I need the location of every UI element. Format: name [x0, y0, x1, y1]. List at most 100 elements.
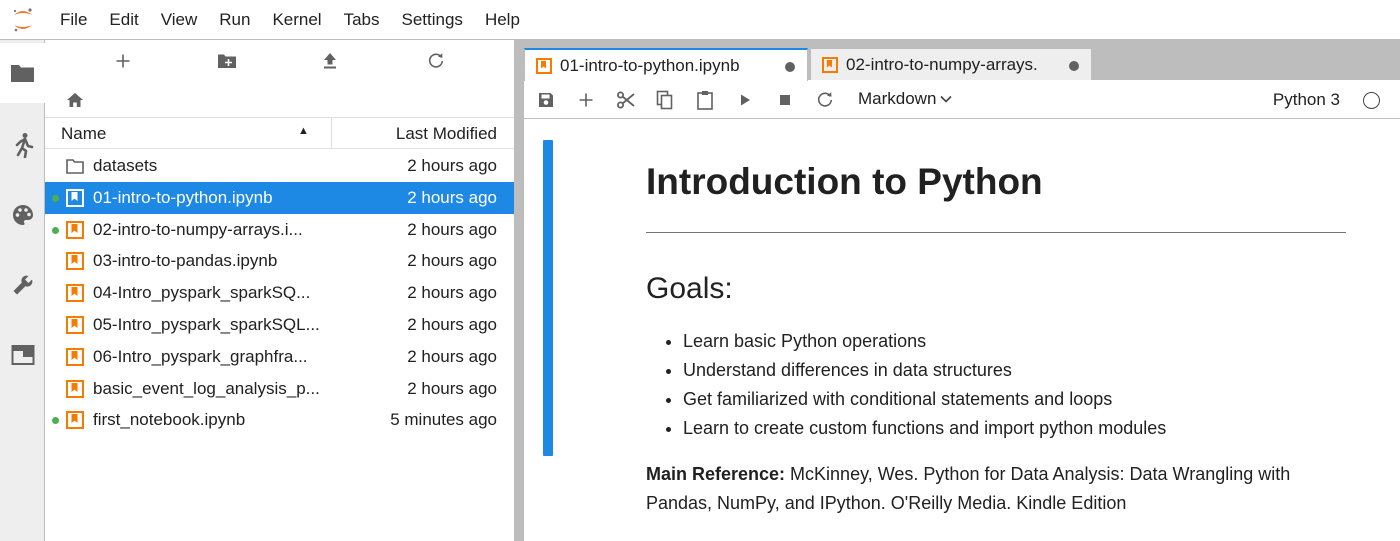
tab-02-intro-to-numpy-arrays[interactable]: 02-intro-to-numpy-arrays. [810, 48, 1092, 80]
palette-icon [12, 205, 33, 225]
add-icon [579, 93, 593, 107]
folder-icon [66, 159, 84, 174]
cell-type-dropdown[interactable]: Markdown [858, 89, 952, 109]
copy-icon [656, 90, 673, 110]
document-tab-bar: 01-intro-to-python.ipynb 02-intro-to-num… [524, 40, 1400, 81]
file-modified: 2 hours ago [407, 283, 497, 303]
notebook-content: Introduction to Python Goals: Learn basi… [524, 120, 1400, 541]
name-column-header[interactable]: Name [61, 124, 106, 144]
scissors-icon [617, 91, 635, 109]
column-divider[interactable] [331, 118, 332, 149]
running-indicator-icon [52, 194, 59, 202]
divider [646, 232, 1346, 233]
property-inspector-tab[interactable] [0, 255, 45, 315]
breadcrumb-home[interactable] [63, 88, 87, 112]
file-row[interactable]: 06-Intro_pyspark_graphfra... 2 hours ago [45, 341, 514, 373]
file-name: 06-Intro_pyspark_graphfra... [93, 346, 308, 366]
save-icon [539, 93, 553, 107]
notebook-icon [66, 252, 84, 271]
notebook-icon [66, 411, 84, 430]
reference-label: Main Reference: [646, 464, 786, 484]
interrupt-kernel-button[interactable] [774, 89, 796, 111]
clipboard-icon [697, 91, 713, 110]
notebook-icon [66, 347, 84, 366]
insert-cell-button[interactable] [575, 89, 597, 111]
run-cell-button[interactable] [734, 89, 756, 111]
new-folder-button[interactable] [215, 49, 239, 73]
active-cell-collapser[interactable] [543, 140, 553, 456]
menu-view[interactable]: View [150, 0, 209, 40]
copy-button[interactable] [654, 89, 676, 111]
markdown-cell[interactable]: Introduction to Python Goals: Learn basi… [646, 140, 1346, 518]
file-row[interactable]: datasets 2 hours ago [45, 150, 514, 182]
upload-icon [324, 53, 336, 69]
running-indicator-icon [52, 417, 59, 425]
tab-01-intro-to-python[interactable]: 01-intro-to-python.ipynb [524, 48, 808, 81]
running-sessions-tab[interactable] [0, 115, 45, 175]
notebook-icon [66, 220, 84, 239]
notebook-icon [66, 315, 84, 334]
file-row[interactable]: 03-intro-to-pandas.ipynb 2 hours ago [45, 245, 514, 277]
menu-run[interactable]: Run [208, 0, 261, 40]
file-modified: 2 hours ago [407, 156, 497, 175]
main-reference: Main Reference: McKinney, Wes. Python fo… [646, 460, 1346, 518]
kernel-name[interactable]: Python 3 [1273, 90, 1340, 110]
tabs-icon [11, 345, 34, 365]
unsaved-indicator-icon[interactable] [785, 62, 795, 72]
file-name: basic_event_log_analysis_p... [93, 378, 320, 398]
file-row[interactable]: 05-Intro_pyspark_sparkSQL... 2 hours ago [45, 309, 514, 341]
new-launcher-button[interactable] [111, 49, 135, 73]
unsaved-indicator-icon[interactable] [1069, 61, 1079, 71]
menu-bar: File Edit View Run Kernel Tabs Settings … [0, 0, 1400, 40]
home-icon [67, 93, 83, 107]
notebook-icon [66, 188, 84, 207]
menu-settings[interactable]: Settings [391, 0, 474, 40]
file-modified: 2 hours ago [407, 378, 497, 398]
file-modified: 2 hours ago [407, 314, 497, 334]
cut-button[interactable] [615, 89, 637, 111]
notebook-icon [536, 57, 552, 74]
tab-label: 02-intro-to-numpy-arrays. [846, 54, 1038, 74]
refresh-button[interactable] [424, 49, 448, 73]
sort-ascending-icon: ▲ [298, 125, 309, 137]
command-palette-tab[interactable] [0, 185, 45, 245]
tab-label: 01-intro-to-python.ipynb [560, 55, 740, 75]
menu-tabs[interactable]: Tabs [333, 0, 391, 40]
wrench-icon [13, 275, 32, 295]
activity-bar [0, 40, 46, 541]
notebook-title: Introduction to Python [646, 161, 1043, 202]
file-browser-toolbar [45, 40, 514, 82]
file-list-header: Name ▲ Last Modified [45, 117, 514, 149]
menu-file[interactable]: File [46, 0, 98, 40]
last-modified-column-header[interactable]: Last Modified [396, 124, 497, 144]
file-row[interactable]: first_notebook.ipynb 5 minutes ago [45, 404, 514, 436]
file-row[interactable]: 01-intro-to-python.ipynb 2 hours ago [45, 181, 514, 214]
file-row[interactable]: basic_event_log_analysis_p... 2 hours ago [45, 373, 514, 405]
running-indicator-icon [52, 226, 59, 234]
menu-edit[interactable]: Edit [98, 0, 149, 40]
notebook-icon [66, 379, 84, 398]
save-button[interactable] [535, 89, 557, 111]
file-modified: 2 hours ago [407, 346, 497, 366]
goal-item: Learn to create custom functions and imp… [683, 414, 1346, 443]
paste-button[interactable] [694, 89, 716, 111]
menu-kernel[interactable]: Kernel [261, 0, 332, 40]
open-tabs-tab[interactable] [0, 325, 45, 385]
panel-splitter[interactable] [514, 40, 524, 541]
file-browser-tab[interactable] [0, 43, 46, 103]
restart-kernel-button[interactable] [814, 89, 836, 111]
file-name: datasets [93, 156, 158, 175]
chevron-down-icon [940, 95, 952, 103]
file-row[interactable]: 04-Intro_pyspark_sparkSQ... 2 hours ago [45, 277, 514, 309]
file-browser-panel: Name ▲ Last Modified datasets 2 hours ago… [45, 40, 514, 541]
jupyter-logo-icon [0, 0, 46, 40]
file-row[interactable]: 02-intro-to-numpy-arrays.i... 2 hours ago [45, 214, 514, 246]
kernel-idle-icon [1363, 92, 1380, 109]
file-modified: 2 hours ago [407, 187, 497, 207]
file-name: 01-intro-to-python.ipynb [93, 187, 273, 207]
new-launcher-icon [116, 54, 130, 68]
menu-help[interactable]: Help [474, 0, 531, 40]
cell-type-value: Markdown [858, 89, 937, 108]
upload-button[interactable] [318, 49, 342, 73]
goal-item: Get familiarized with conditional statem… [683, 385, 1346, 414]
